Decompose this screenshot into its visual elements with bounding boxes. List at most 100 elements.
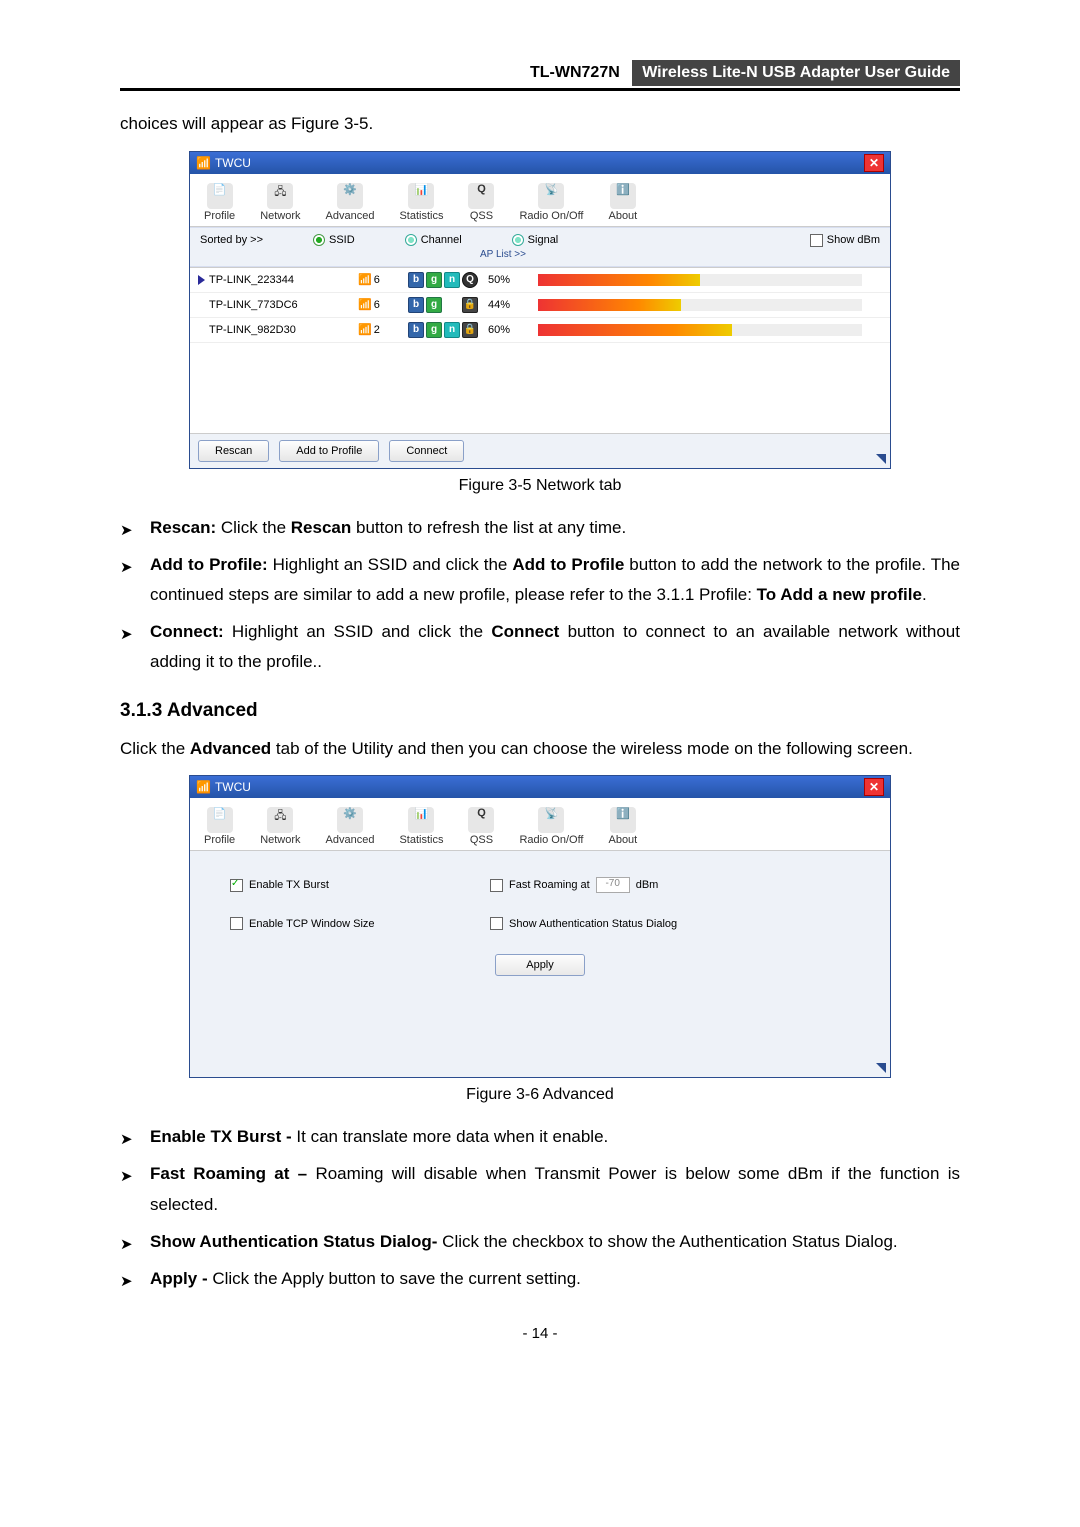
- twcu-network-window: 📶 TWCU ✕ 📄Profile 🖧Network ⚙️Advanced 📊S…: [189, 151, 891, 469]
- tab-label: Radio On/Off: [519, 210, 583, 222]
- ap-channel: 6: [374, 274, 380, 286]
- ap-signal-pct: 50%: [488, 274, 528, 286]
- app-icon: 📶: [196, 776, 211, 798]
- window-titlebar: 📶 TWCU ✕: [190, 152, 890, 174]
- antenna-icon: 📶: [358, 323, 372, 336]
- ap-channel: 2: [374, 324, 380, 336]
- ap-channel: 6: [374, 299, 380, 311]
- sort-ssid-radio[interactable]: SSID: [313, 234, 355, 246]
- mode-g-icon: g: [426, 272, 442, 288]
- fast-roaming-dbm-input[interactable]: -70: [596, 877, 630, 893]
- ap-ssid: TP-LINK_223344: [209, 274, 294, 286]
- signal-bar: [538, 274, 862, 286]
- lock-icon: 🔒: [462, 297, 478, 313]
- bullet-text: Add to Profile: Highlight an SSID and cl…: [150, 550, 960, 611]
- doc-header: TL-WN727N Wireless Lite-N USB Adapter Us…: [120, 60, 960, 91]
- page-number: - 14 -: [120, 1325, 960, 1342]
- tab-label: Profile: [204, 210, 235, 222]
- bullet-list: ➤ Enable TX Burst - It can translate mor…: [120, 1122, 960, 1294]
- tab-qss[interactable]: QQSS: [468, 182, 494, 222]
- tab-bar: 📄Profile 🖧Network ⚙️Advanced 📊Statistics…: [190, 174, 890, 227]
- tab-label: Radio On/Off: [519, 834, 583, 846]
- bullet-text: Fast Roaming at – Roaming will disable w…: [150, 1159, 960, 1220]
- bullet-text: Show Authentication Status Dialog- Click…: [150, 1227, 898, 1258]
- enable-tx-burst-checkbox[interactable]: [230, 879, 243, 892]
- tab-radio[interactable]: 📡Radio On/Off: [519, 806, 583, 846]
- tab-advanced[interactable]: ⚙️Advanced: [326, 806, 375, 846]
- apply-button[interactable]: Apply: [495, 954, 585, 976]
- tab-label: Advanced: [326, 210, 375, 222]
- tab-about[interactable]: ℹ️About: [608, 182, 637, 222]
- bullet-arrow-icon: ➤: [120, 1163, 136, 1220]
- show-dbm-checkbox[interactable]: Show dBm: [810, 234, 880, 247]
- fast-roaming-checkbox[interactable]: [490, 879, 503, 892]
- bullet-text: Apply - Click the Apply button to save t…: [150, 1264, 581, 1295]
- ap-row[interactable]: TP-LINK_982D30 📶2 b g n 🔒 60%: [190, 318, 890, 343]
- ap-list-label: AP List >>: [480, 249, 880, 260]
- tab-network[interactable]: 🖧Network: [260, 806, 300, 846]
- ap-row[interactable]: TP-LINK_773DC6 📶6 b g 🔒 44%: [190, 293, 890, 318]
- mode-n-icon: n: [444, 272, 460, 288]
- twcu-advanced-window: 📶 TWCU ✕ 📄Profile 🖧Network ⚙️Advanced 📊S…: [189, 775, 891, 1078]
- close-icon[interactable]: ✕: [864, 778, 884, 796]
- checkbox-label: Show Authentication Status Dialog: [509, 918, 677, 930]
- tab-label: Statistics: [399, 210, 443, 222]
- tab-network[interactable]: 🖧Network: [260, 182, 300, 222]
- tab-label: Statistics: [399, 834, 443, 846]
- bullet-arrow-icon: ➤: [120, 554, 136, 611]
- checkbox-label: Fast Roaming at: [509, 879, 590, 891]
- tab-qss[interactable]: QQSS: [468, 806, 494, 846]
- checkbox-label: Enable TX Burst: [249, 879, 329, 891]
- window-title: TWCU: [215, 776, 251, 798]
- signal-bar: [538, 324, 862, 336]
- qss-icon: Q: [462, 272, 478, 288]
- tab-bar: 📄Profile 🖧Network ⚙️Advanced 📊Statistics…: [190, 798, 890, 851]
- doc-title: Wireless Lite-N USB Adapter User Guide: [632, 60, 960, 86]
- enable-tcp-window-checkbox[interactable]: [230, 917, 243, 930]
- tab-profile[interactable]: 📄Profile: [204, 806, 235, 846]
- tab-label: Advanced: [326, 834, 375, 846]
- resize-grip-icon[interactable]: [876, 454, 886, 464]
- tab-label: About: [608, 834, 637, 846]
- bullet-text: Rescan: Click the Rescan button to refre…: [150, 513, 626, 544]
- close-icon[interactable]: ✕: [864, 154, 884, 172]
- tab-statistics[interactable]: 📊Statistics: [399, 806, 443, 846]
- tab-advanced[interactable]: ⚙️Advanced: [326, 182, 375, 222]
- tab-profile[interactable]: 📄Profile: [204, 182, 235, 222]
- bullet-text: Connect: Highlight an SSID and click the…: [150, 617, 960, 678]
- model-label: TL-WN727N: [530, 64, 620, 82]
- mode-b-icon: b: [408, 297, 424, 313]
- tab-label: QSS: [470, 834, 493, 846]
- dbm-unit: dBm: [636, 879, 659, 891]
- antenna-icon: 📶: [358, 273, 372, 286]
- ap-list: TP-LINK_223344 📶6 b g n Q 50% TP-LINK_77…: [190, 267, 890, 433]
- tab-label: Network: [260, 210, 300, 222]
- mode-g-icon: g: [426, 297, 442, 313]
- bullet-arrow-icon: ➤: [120, 1126, 136, 1153]
- sort-channel-radio[interactable]: Channel: [405, 234, 462, 246]
- mode-b-icon: b: [408, 272, 424, 288]
- rescan-button[interactable]: Rescan: [198, 440, 269, 462]
- radio-label: Signal: [528, 234, 559, 246]
- tab-label: Network: [260, 834, 300, 846]
- tab-label: QSS: [470, 210, 493, 222]
- ap-signal-pct: 60%: [488, 324, 528, 336]
- resize-grip-icon[interactable]: [876, 1063, 886, 1073]
- figure-caption: Figure 3-6 Advanced: [120, 1086, 960, 1104]
- ap-signal-pct: 44%: [488, 299, 528, 311]
- bullet-list: ➤ Rescan: Click the Rescan button to ref…: [120, 513, 960, 678]
- tab-statistics[interactable]: 📊Statistics: [399, 182, 443, 222]
- tab-label: About: [608, 210, 637, 222]
- show-auth-dialog-checkbox[interactable]: [490, 917, 503, 930]
- tab-about[interactable]: ℹ️About: [608, 806, 637, 846]
- ap-row[interactable]: TP-LINK_223344 📶6 b g n Q 50%: [190, 268, 890, 293]
- section-body: Click the Advanced tab of the Utility an…: [120, 736, 960, 762]
- sort-signal-radio[interactable]: Signal: [512, 234, 559, 246]
- window-title: TWCU: [215, 152, 251, 174]
- tab-radio[interactable]: 📡Radio On/Off: [519, 182, 583, 222]
- add-to-profile-button[interactable]: Add to Profile: [279, 440, 379, 462]
- figure-caption: Figure 3-5 Network tab: [120, 477, 960, 495]
- signal-bar: [538, 299, 862, 311]
- bullet-arrow-icon: ➤: [120, 1268, 136, 1295]
- connect-button[interactable]: Connect: [389, 440, 464, 462]
